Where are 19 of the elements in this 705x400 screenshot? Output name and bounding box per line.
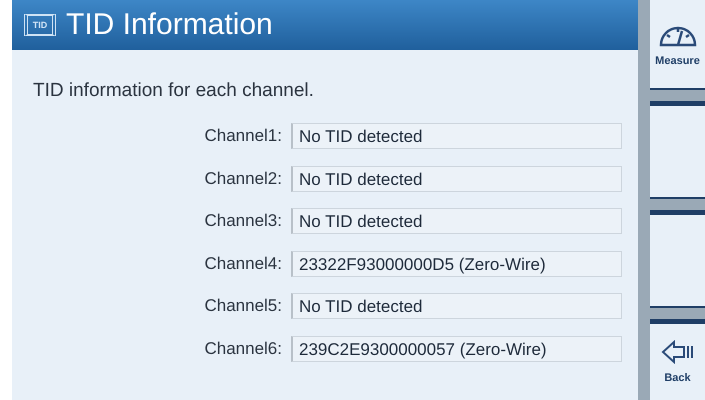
- button-separator: [650, 306, 705, 324]
- button-separator: [650, 88, 705, 106]
- tid-field: No TID detected: [291, 293, 622, 319]
- channel-label: Channel4:: [203, 254, 283, 274]
- tid-field: 23322F93000000D5 (Zero-Wire): [291, 250, 622, 276]
- button-separator: [650, 197, 705, 215]
- tid-field: No TID detected: [291, 208, 622, 234]
- channel-label: Channel1:: [203, 126, 283, 146]
- tid-field: No TID detected: [291, 166, 622, 192]
- channel-label: Channel2:: [203, 168, 283, 188]
- channel-label: Channel6:: [203, 338, 283, 358]
- back-arrow-icon: [660, 340, 694, 364]
- tid-field: 239C2E9300000057 (Zero-Wire): [291, 336, 622, 362]
- page-title: TID Information: [66, 8, 273, 42]
- intro-text: TID information for each channel.: [33, 80, 315, 102]
- channel-label: Channel5:: [203, 296, 283, 316]
- chip-icon: TID: [24, 14, 56, 36]
- tid-field: No TID detected: [291, 123, 622, 149]
- channel-label: Channel3:: [203, 211, 283, 231]
